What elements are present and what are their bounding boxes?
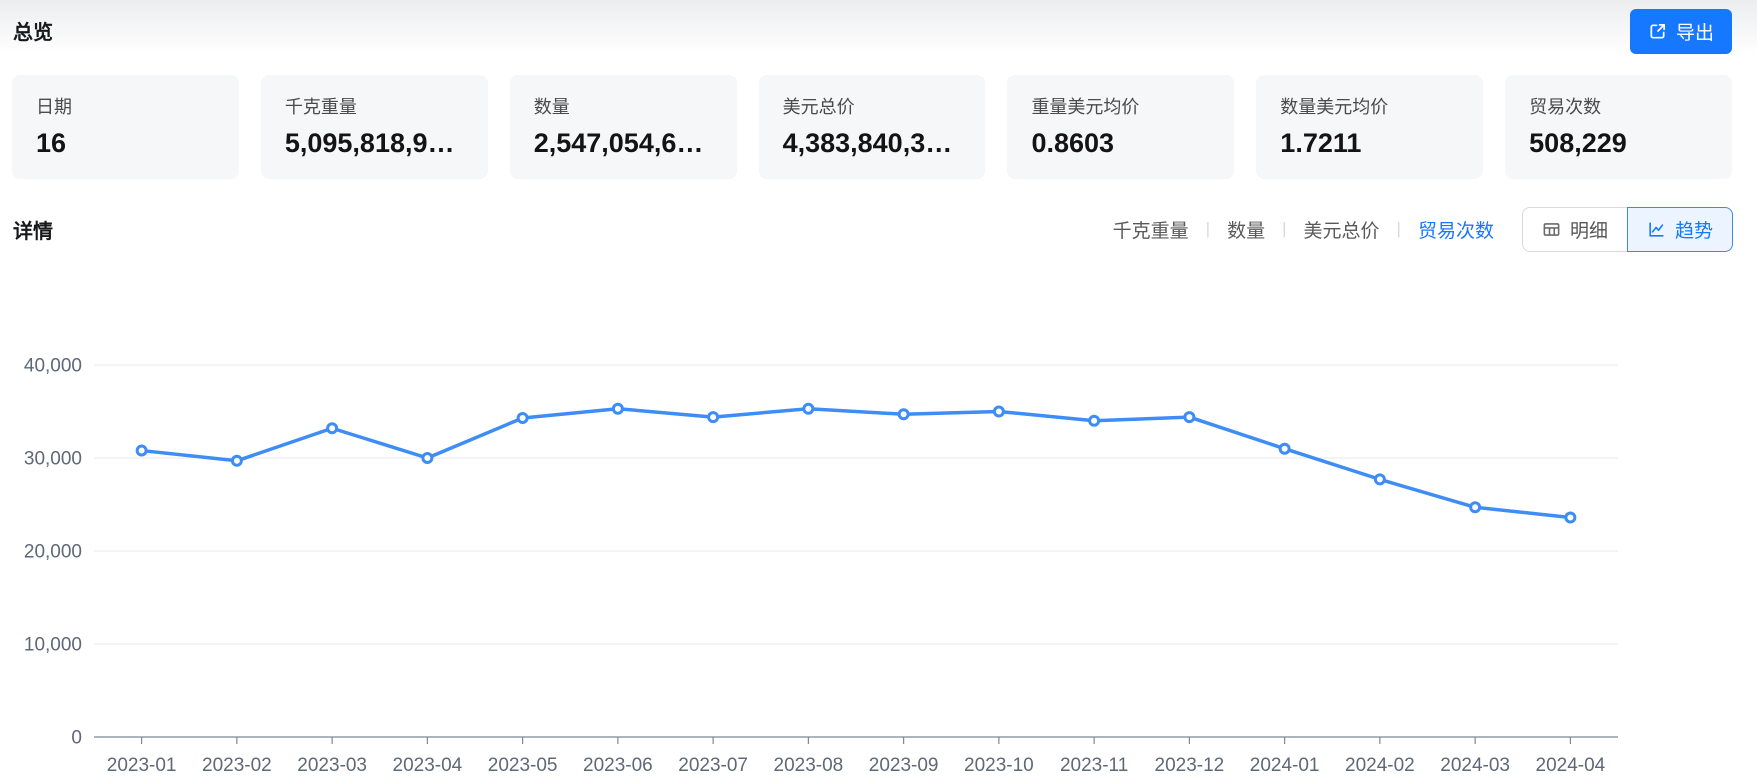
x-axis-tick-label: 2023-01	[107, 755, 177, 776]
x-axis-tick-label: 2023-04	[393, 755, 463, 776]
details-controls: 千克重量 | 数量 | 美元总价 | 贸易次数 明细	[1113, 207, 1733, 252]
x-axis-tick-label: 2023-10	[964, 755, 1034, 776]
trend-view-label: 趋势	[1675, 216, 1713, 243]
y-axis-tick-label: 20,000	[24, 542, 82, 563]
x-axis-tick-label: 2023-09	[869, 755, 939, 776]
export-button[interactable]: 导出	[1630, 9, 1732, 54]
metric-tab-kg-weight[interactable]: 千克重量	[1113, 216, 1189, 243]
top-gradient	[0, 0, 1757, 55]
data-point	[1471, 503, 1480, 512]
stat-card-trade-count: 贸易次数 508,229	[1505, 75, 1732, 179]
data-point	[804, 404, 813, 413]
data-point	[1090, 416, 1099, 425]
stat-card-label: 贸易次数	[1529, 93, 1708, 119]
stat-card-date: 日期 16	[12, 75, 239, 179]
data-point	[994, 407, 1003, 416]
stat-card-value: 2,547,054,6…	[534, 128, 713, 159]
x-axis-tick-label: 2024-03	[1440, 755, 1510, 776]
stat-card-value: 4,383,840,3…	[783, 128, 962, 159]
x-axis-tick-label: 2023-06	[583, 755, 653, 776]
data-point	[423, 454, 432, 463]
export-button-label: 导出	[1676, 18, 1714, 45]
stat-card-usd-total: 美元总价 4,383,840,3…	[759, 75, 986, 179]
data-point	[899, 410, 908, 419]
data-point	[328, 424, 337, 433]
stat-card-value: 16	[36, 128, 215, 159]
x-axis-tick-label: 2024-04	[1536, 755, 1606, 776]
details-bar: 详情 千克重量 | 数量 | 美元总价 | 贸易次数 明细	[13, 206, 1733, 252]
table-icon	[1542, 220, 1561, 239]
metric-separator: |	[1282, 219, 1286, 239]
stat-card-label: 数量	[534, 93, 713, 119]
metric-separator: |	[1397, 219, 1401, 239]
view-toggle-group: 明细 趋势	[1522, 207, 1733, 252]
data-point	[1375, 475, 1384, 484]
trend-line	[142, 409, 1571, 518]
stat-card-label: 美元总价	[783, 93, 962, 119]
page-title: 总览	[13, 16, 53, 45]
stat-card-label: 重量美元均价	[1031, 93, 1210, 119]
line-chart-icon	[1647, 220, 1666, 239]
stat-cards-row: 日期 16 千克重量 5,095,818,9… 数量 2,547,054,6… …	[12, 75, 1732, 179]
detail-view-label: 明细	[1570, 216, 1608, 243]
stat-card-label: 千克重量	[285, 93, 464, 119]
stat-card-label: 数量美元均价	[1280, 93, 1459, 119]
x-axis-tick-label: 2023-08	[774, 755, 844, 776]
data-point	[1566, 513, 1575, 522]
stat-card-value: 5,095,818,9…	[285, 128, 464, 159]
x-axis-tick-label: 2023-07	[678, 755, 748, 776]
export-icon	[1648, 22, 1667, 41]
stat-card-qty-avg-price: 数量美元均价 1.7211	[1256, 75, 1483, 179]
x-axis-tick-label: 2023-03	[297, 755, 367, 776]
stat-card-value: 0.8603	[1031, 128, 1210, 159]
x-axis-tick-label: 2023-05	[488, 755, 558, 776]
y-axis-tick-label: 30,000	[24, 449, 82, 470]
stat-card-value: 1.7211	[1280, 128, 1459, 159]
metric-tab-quantity[interactable]: 数量	[1227, 216, 1265, 243]
x-axis-tick-label: 2024-01	[1250, 755, 1320, 776]
trend-view-button[interactable]: 趋势	[1627, 207, 1733, 252]
y-axis-tick-label: 10,000	[24, 635, 82, 656]
stat-card-quantity: 数量 2,547,054,6…	[510, 75, 737, 179]
metric-separator: |	[1206, 219, 1210, 239]
stat-card-value: 508,229	[1529, 128, 1708, 159]
data-point	[709, 413, 718, 422]
data-point	[518, 414, 527, 423]
x-axis-tick-label: 2023-02	[202, 755, 272, 776]
data-point	[1280, 444, 1289, 453]
x-axis-tick-label: 2024-02	[1345, 755, 1415, 776]
data-point	[613, 404, 622, 413]
x-axis-tick-label: 2023-12	[1155, 755, 1225, 776]
data-point	[232, 456, 241, 465]
x-axis-tick-label: 2023-11	[1060, 755, 1128, 776]
metric-tab-trade-count[interactable]: 贸易次数	[1418, 216, 1494, 243]
y-axis-tick-label: 40,000	[24, 356, 82, 377]
trend-chart-canvas[interactable]: 0 10,000 20,000 30,000 40,000 2023-01 2023-02 2…	[0, 300, 1757, 781]
metric-tab-usd-total[interactable]: 美元总价	[1304, 216, 1380, 243]
detail-view-button[interactable]: 明细	[1522, 207, 1628, 252]
y-axis-tick-label: 0	[71, 728, 82, 749]
data-point	[1185, 413, 1194, 422]
data-point	[137, 446, 146, 455]
stat-card-kg-weight: 千克重量 5,095,818,9…	[261, 75, 488, 179]
stat-card-label: 日期	[36, 93, 215, 119]
details-title: 详情	[13, 215, 53, 244]
stat-card-weight-avg-price: 重量美元均价 0.8603	[1007, 75, 1234, 179]
